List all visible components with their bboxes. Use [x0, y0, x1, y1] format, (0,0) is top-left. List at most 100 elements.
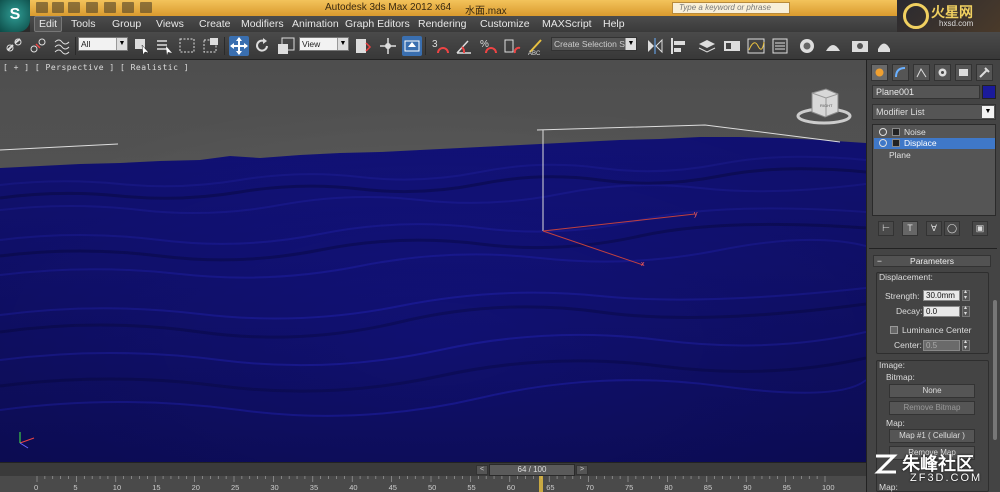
reference-coord-dropdown[interactable]: View ▼	[299, 37, 349, 51]
expand-box-icon[interactable]	[892, 139, 900, 147]
menu-help[interactable]: Help	[599, 17, 629, 31]
rendered-frame-window-icon[interactable]	[850, 36, 870, 56]
undo-icon[interactable]	[86, 2, 98, 13]
menu-modifiers[interactable]: Modifiers	[237, 17, 288, 31]
stack-item-plane[interactable]: Plane	[874, 150, 995, 161]
time-slider-handle[interactable]: 64 / 100	[489, 464, 575, 476]
angle-snap-icon[interactable]	[454, 36, 474, 56]
modifier-stack[interactable]: Noise Displace Plane	[872, 124, 996, 216]
display-tab-icon[interactable]	[955, 64, 972, 81]
menu-animation[interactable]: Animation	[288, 17, 343, 31]
configure-modifier-sets-icon[interactable]: ▣	[972, 221, 988, 236]
use-pivot-center-icon[interactable]	[353, 36, 373, 56]
map-button[interactable]: Map #1 ( Cellular )	[889, 429, 975, 443]
create-tab-icon[interactable]	[871, 64, 888, 81]
stack-item-displace[interactable]: Displace	[874, 138, 995, 149]
menu-graph-editors[interactable]: Graph Editors	[341, 17, 414, 31]
curve-editor-icon[interactable]	[746, 36, 766, 56]
menu-views[interactable]: Views	[152, 17, 188, 31]
selection-filter-dropdown[interactable]: All ▼	[78, 37, 128, 51]
strength-spinner[interactable]	[962, 288, 970, 301]
menu-maxscript[interactable]: MAXScript	[538, 17, 596, 31]
project-folder-icon[interactable]	[140, 2, 152, 13]
expand-box-icon[interactable]	[892, 128, 900, 136]
named-selection-dropdown[interactable]: Create Selection Se ▼	[551, 37, 637, 51]
main-toolbar: All ▼ View ▼ 3 % ABC Create Selection Se ▼	[0, 32, 1000, 60]
motion-tab-icon[interactable]	[934, 64, 951, 81]
displacement-label: Displacement:	[879, 272, 933, 282]
menu-create[interactable]: Create	[195, 17, 235, 31]
menu-rendering[interactable]: Rendering	[414, 17, 470, 31]
object-name-field[interactable]: Plane001	[872, 85, 980, 99]
bind-to-space-warp-icon[interactable]	[52, 36, 72, 56]
viewport-label[interactable]: [ + ] [ Perspective ] [ Realistic ]	[3, 63, 189, 72]
pin-stack-icon[interactable]: ⊢	[878, 221, 894, 236]
command-panel-scrollbar[interactable]	[993, 300, 997, 440]
decay-input[interactable]: 0.0	[923, 306, 960, 317]
stack-item-noise[interactable]: Noise	[874, 127, 995, 138]
modify-tab-icon[interactable]	[892, 64, 909, 81]
parameters-rollout-header[interactable]: − Parameters	[873, 255, 991, 267]
graphite-ribbon-icon[interactable]	[722, 36, 742, 56]
select-and-link-icon[interactable]	[4, 36, 24, 56]
selection-filter-value: All	[81, 39, 91, 49]
menu-tools[interactable]: Tools	[67, 17, 100, 31]
select-and-scale-icon[interactable]	[276, 36, 296, 56]
luminance-center-checkbox[interactable]	[890, 326, 898, 334]
menu-customize[interactable]: Customize	[476, 17, 534, 31]
redo-icon[interactable]	[104, 2, 116, 13]
open-file-icon[interactable]	[52, 2, 64, 13]
time-slider[interactable]: < 64 / 100 >	[0, 462, 866, 476]
utilities-tab-icon[interactable]	[976, 64, 993, 81]
menu-edit[interactable]: Edit	[34, 16, 63, 32]
snaps-toggle-icon[interactable]: 3	[430, 36, 450, 56]
layer-manager-icon[interactable]	[697, 36, 717, 56]
center-input[interactable]: 0.5	[923, 340, 960, 351]
spinner-snap-icon[interactable]	[502, 36, 522, 56]
save-icon[interactable]	[68, 2, 80, 13]
luminance-center-label: Luminance Center	[902, 325, 972, 335]
light-bulb-icon[interactable]	[879, 139, 887, 147]
make-unique-icon[interactable]: ∀	[926, 221, 942, 236]
show-end-result-icon[interactable]: T	[902, 221, 918, 236]
remove-bitmap-button[interactable]: Remove Bitmap	[889, 401, 975, 415]
perspective-viewport[interactable]: y x RIGHT [ + ] [ Perspective ] [ Realis…	[0, 60, 866, 462]
mirror-icon[interactable]	[645, 36, 665, 56]
select-and-rotate-icon[interactable]	[252, 36, 272, 56]
decay-spinner[interactable]	[962, 304, 970, 317]
edit-named-selection-icon[interactable]: ABC	[526, 36, 546, 57]
window-crossing-icon[interactable]	[201, 36, 221, 56]
select-and-move-icon[interactable]	[229, 36, 249, 56]
light-bulb-icon[interactable]	[879, 128, 887, 136]
select-object-icon[interactable]	[132, 36, 152, 56]
toolbar-separator	[75, 37, 76, 55]
modifier-list-dropdown[interactable]: Modifier List ▼	[872, 104, 996, 120]
align-icon[interactable]	[669, 36, 689, 56]
hierarchy-tab-icon[interactable]	[913, 64, 930, 81]
render-production-icon[interactable]	[874, 36, 894, 56]
remove-modifier-icon[interactable]: ◯	[944, 221, 960, 236]
hold-icon[interactable]	[122, 2, 134, 13]
schematic-view-icon[interactable]	[770, 36, 790, 56]
select-and-manipulate-icon[interactable]	[378, 36, 398, 56]
application-button[interactable]: S	[0, 0, 30, 32]
rectangular-selection-icon[interactable]	[178, 36, 198, 56]
frame-tick-label: 15	[152, 483, 161, 492]
strength-input[interactable]: 30.0mm	[923, 290, 960, 301]
new-file-icon[interactable]	[36, 2, 48, 13]
svg-text:ABC: ABC	[528, 51, 541, 56]
menu-group[interactable]: Group	[108, 17, 145, 31]
material-editor-icon[interactable]	[797, 36, 817, 56]
center-spinner[interactable]	[962, 338, 970, 351]
select-by-name-icon[interactable]	[154, 36, 174, 56]
previous-frame-button[interactable]: <	[476, 465, 488, 475]
unlink-selection-icon[interactable]	[28, 36, 48, 56]
render-setup-icon[interactable]	[823, 36, 843, 56]
help-search-input[interactable]: Type a keyword or phrase	[672, 2, 790, 14]
next-frame-button[interactable]: >	[576, 465, 588, 475]
percent-snap-icon[interactable]: %	[478, 36, 498, 56]
bitmap-button[interactable]: None	[889, 384, 975, 398]
keyboard-shortcut-override-icon[interactable]	[402, 36, 422, 56]
object-color-swatch[interactable]	[982, 85, 996, 99]
track-bar[interactable]: 0 5 10 15 20 25 30 35 40 45 50 55 60 65 70 75 80 85 90 95 10…	[0, 476, 866, 492]
